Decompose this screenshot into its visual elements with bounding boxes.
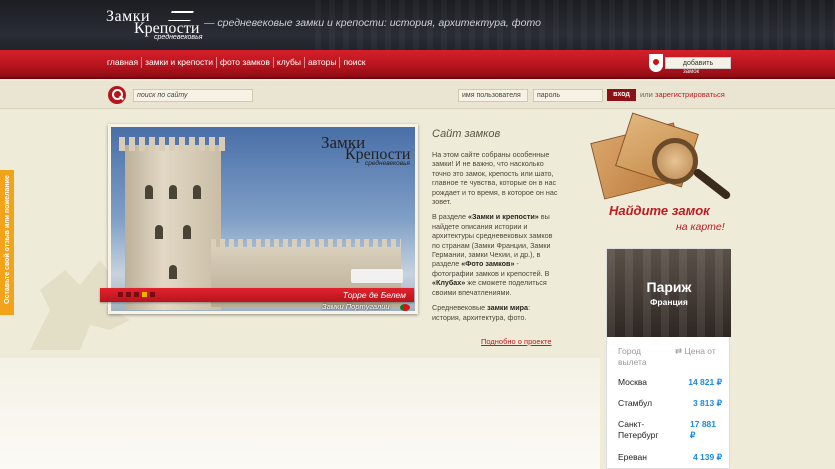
flight-widget[interactable]: Париж Франция Город вылета ⇄ Цена от Мос… [606, 248, 731, 469]
about-more-link[interactable]: Поднобно о проекте [481, 337, 552, 346]
slide-caption[interactable]: Торре де Белем [343, 290, 406, 300]
main-nav: главная замки и крепости фото замков клу… [104, 57, 368, 68]
flight-row[interactable]: Санкт-Петербург 17 881 ₽ [618, 419, 722, 441]
register-link[interactable]: зарегистрироваться [655, 90, 725, 99]
slide-dot[interactable] [134, 292, 139, 297]
nav-item-search[interactable]: поиск [340, 57, 368, 68]
about-paragraph-3: Средневековые замки мира: история, архит… [432, 303, 531, 322]
slide-watermark-logo: Замки Крепости средневековья [321, 133, 411, 167]
feedback-tab-label: Оставьте свой отзыв или пожелание [4, 175, 11, 304]
add-castle-sublabel: замок [683, 69, 700, 75]
flight-row[interactable]: Москва 14 821 ₽ [618, 377, 722, 388]
about-text: На этом сайте собраны особенные замки! И… [432, 150, 560, 328]
about-paragraph-2: В разделе «Замки и крепости» вы найдете … [432, 212, 553, 297]
logo-line3: средневековья [154, 34, 203, 41]
slide-dot[interactable] [118, 292, 123, 297]
site-tagline: — средневековые замки и крепости: истори… [204, 17, 541, 29]
nav-item-photos[interactable]: фото замков [217, 57, 274, 68]
flight-row[interactable]: Ереван 4 139 ₽ [618, 452, 722, 463]
portugal-flag-icon [400, 304, 410, 311]
find-castle-title[interactable]: Найдите замок [609, 203, 710, 218]
shield-icon [649, 54, 663, 72]
site-logo[interactable]: Замки Крепости средневековья [106, 8, 203, 42]
map-magnifier-icon[interactable] [590, 112, 732, 210]
slide-dot-active[interactable] [142, 292, 147, 297]
search-icon[interactable] [108, 86, 126, 104]
nav-item-authors[interactable]: авторы [305, 57, 341, 68]
content-footer-band [0, 358, 600, 469]
find-castle-subtitle[interactable]: на карте! [676, 221, 725, 233]
about-title: Сайт замков [432, 128, 501, 140]
ship-image [351, 269, 403, 283]
destination-country: Франция [650, 297, 688, 307]
tower-image [119, 137, 227, 310]
destination-city: Париж [646, 279, 692, 295]
castle-slideshow[interactable]: Замки Крепости средневековья [108, 124, 418, 314]
login-button[interactable]: вход [607, 89, 636, 101]
password-field[interactable]: пароль [533, 89, 603, 102]
slide-pager [118, 292, 155, 297]
col-origin-header: Город вылета [618, 346, 647, 367]
search-input[interactable]: поиск по сайту [133, 89, 253, 102]
page: { "site": { "logo_line1": "Замки", "logo… [0, 0, 835, 469]
add-castle-button[interactable]: добавить [665, 57, 731, 69]
or-text: или [640, 90, 653, 99]
nav-item-home[interactable]: главная [104, 57, 143, 68]
slide-subcaption[interactable]: Замки Португалии [322, 302, 390, 311]
flight-row[interactable]: Стамбул 3 813 ₽ [618, 398, 722, 409]
slide-dot[interactable] [150, 292, 155, 297]
username-field[interactable]: имя пользователя [458, 89, 528, 102]
nav-item-clubs[interactable]: клубы [274, 57, 306, 68]
slide-dot[interactable] [126, 292, 131, 297]
col-price-header: ⇄ Цена от [675, 346, 716, 356]
feedback-tab[interactable]: Оставьте свой отзыв или пожелание [0, 170, 14, 315]
nav-item-castles[interactable]: замки и крепости [142, 57, 217, 68]
about-paragraph-1: На этом сайте собраны особенные замки! И… [432, 150, 558, 207]
add-castle[interactable]: добавить замок [649, 54, 731, 75]
slide-ribbon: Торре де Белем [100, 288, 414, 302]
